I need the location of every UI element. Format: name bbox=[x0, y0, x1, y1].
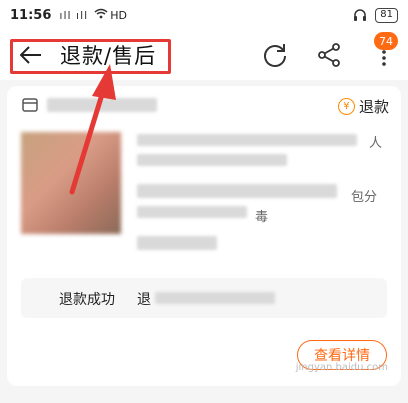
product-title-blurred bbox=[137, 134, 357, 146]
headphone-icon bbox=[353, 8, 367, 22]
refund-status-row: 退款成功 退 bbox=[21, 278, 387, 318]
refund-status-label: 退款成功 bbox=[59, 292, 115, 308]
order-card[interactable]: ¥ 退款 人 包分 毒 退款成功 退 查看详情 bbox=[7, 86, 401, 386]
shop-icon bbox=[21, 96, 39, 114]
notification-badge: 74 bbox=[374, 32, 398, 50]
shop-name-blurred bbox=[47, 98, 157, 112]
product-extra-blurred bbox=[137, 236, 217, 250]
product-spec-blurred bbox=[137, 184, 337, 198]
refresh-icon bbox=[264, 44, 286, 67]
wifi-icon bbox=[94, 8, 108, 22]
refund-status-value: 退 bbox=[137, 292, 151, 308]
product-price-fragment: 包分 bbox=[351, 190, 378, 205]
share-icon bbox=[318, 43, 340, 67]
annotation-highlight-box bbox=[10, 39, 171, 74]
status-time: 11:56 bbox=[10, 7, 52, 23]
product-tag-blurred bbox=[137, 206, 247, 218]
refresh-button[interactable] bbox=[262, 42, 288, 68]
product-tag-fragment: 毒 bbox=[255, 210, 269, 225]
product-subtitle-blurred bbox=[137, 154, 287, 166]
refund-tag: ¥ 退款 bbox=[337, 96, 389, 117]
refund-status-detail-blurred bbox=[155, 292, 275, 304]
yuan-icon: ¥ bbox=[337, 98, 355, 115]
product-thumbnail[interactable] bbox=[21, 132, 121, 234]
signal-icon: ıll ıll bbox=[59, 8, 89, 22]
battery-indicator: 81 bbox=[375, 7, 398, 23]
share-button[interactable] bbox=[316, 42, 342, 68]
product-text-fragment: 人 bbox=[369, 136, 383, 151]
refund-tag-label: 退款 bbox=[358, 98, 389, 116]
watermark: jingyan.baidu.com bbox=[295, 362, 388, 373]
status-bar: 11:56 ıll ıll HD 81 bbox=[0, 0, 408, 30]
network-label: HD bbox=[110, 8, 127, 22]
